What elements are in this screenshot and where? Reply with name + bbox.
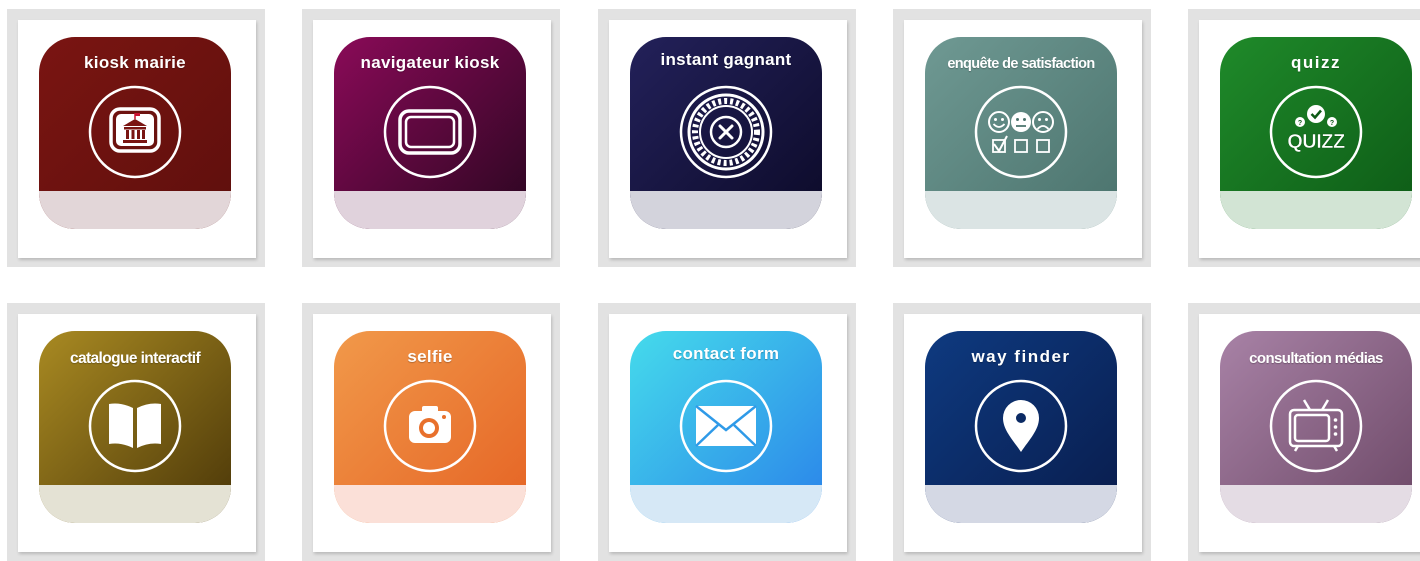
app-tile-kiosk-mairie[interactable]: kiosk mairie: [7, 9, 265, 267]
app-icon-reflection: [39, 191, 231, 229]
app-icon-reflection: [630, 191, 822, 229]
app-icon-selfie[interactable]: selfie: [334, 331, 526, 523]
app-icon-enquete-satisfaction[interactable]: enquête de satisfaction: [925, 37, 1117, 229]
app-tile-catalogue-interactif[interactable]: catalogue interactif: [7, 303, 265, 561]
app-label: contact form: [672, 344, 780, 363]
town-hall-icon: [87, 84, 183, 180]
app-card: enquête de satisfaction: [904, 20, 1142, 258]
tv-icon: [1268, 378, 1364, 474]
app-label: selfie: [407, 347, 453, 366]
app-icon-reflection: [334, 485, 526, 523]
app-label: catalogue interactif: [69, 350, 201, 367]
app-icon-catalogue-interactif[interactable]: catalogue interactif: [39, 331, 231, 523]
svg-text:?: ?: [1330, 120, 1334, 127]
app-card: contact form: [609, 314, 847, 552]
app-icon-contact-form[interactable]: contact form: [630, 331, 822, 523]
app-icon-reflection: [925, 485, 1117, 523]
app-label: enquête de satisfaction: [947, 56, 1095, 72]
app-icon-navigateur-kiosk[interactable]: navigateur kiosk: [334, 37, 526, 229]
app-card: selfie: [313, 314, 551, 552]
app-icon-quizz[interactable]: quizz ? ? QUIZZ: [1220, 37, 1412, 229]
quiz-badge-icon: ? ? QUIZZ: [1268, 84, 1364, 180]
app-card: instant gagnant: [609, 20, 847, 258]
app-icon-reflection: [334, 191, 526, 229]
app-icon-instant-gagnant[interactable]: instant gagnant: [630, 37, 822, 229]
app-tile-navigateur-kiosk[interactable]: navigateur kiosk: [302, 9, 560, 267]
app-icon-reflection: [1220, 191, 1412, 229]
app-card: quizz ? ? QUIZZ: [1199, 20, 1420, 258]
app-icon-consultation-medias[interactable]: consultation médias: [1220, 331, 1412, 523]
app-card: consultation médias: [1199, 314, 1420, 552]
app-tile-contact-form[interactable]: contact form: [598, 303, 856, 561]
app-label: way finder: [971, 347, 1071, 366]
app-card: catalogue interactif: [18, 314, 256, 552]
app-card: kiosk mairie: [18, 20, 256, 258]
app-tile-consultation-medias[interactable]: consultation médias: [1188, 303, 1420, 561]
app-tile-instant-gagnant[interactable]: instant gagnant: [598, 9, 856, 267]
quiz-badge-text: QUIZZ: [1287, 131, 1345, 153]
app-tile-quizz[interactable]: quizz ? ? QUIZZ: [1188, 9, 1420, 267]
app-icon-reflection: [925, 191, 1117, 229]
open-book-icon: [87, 378, 183, 474]
tablet-screen-icon: [382, 84, 478, 180]
app-icon-reflection: [39, 485, 231, 523]
app-label: quizz: [1291, 53, 1341, 72]
app-label: consultation médias: [1249, 350, 1383, 367]
camera-icon: [382, 378, 478, 474]
roulette-wheel-icon: [678, 84, 774, 180]
app-tile-selfie[interactable]: selfie: [302, 303, 560, 561]
app-icon-kiosk-mairie[interactable]: kiosk mairie: [39, 37, 231, 229]
app-label: navigateur kiosk: [360, 53, 500, 72]
app-icon-way-finder[interactable]: way finder: [925, 331, 1117, 523]
app-label: instant gagnant: [660, 50, 792, 69]
app-icon-reflection: [1220, 485, 1412, 523]
app-card: way finder: [904, 314, 1142, 552]
app-tile-way-finder[interactable]: way finder: [893, 303, 1151, 561]
envelope-icon: [678, 378, 774, 474]
app-label: kiosk mairie: [84, 53, 186, 72]
map-pin-icon: [973, 378, 1069, 474]
app-icon-reflection: [630, 485, 822, 523]
app-tile-enquete-satisfaction[interactable]: enquête de satisfaction: [893, 9, 1151, 267]
svg-text:?: ?: [1298, 120, 1302, 127]
app-card: navigateur kiosk: [313, 20, 551, 258]
smiley-survey-icon: [973, 84, 1069, 180]
